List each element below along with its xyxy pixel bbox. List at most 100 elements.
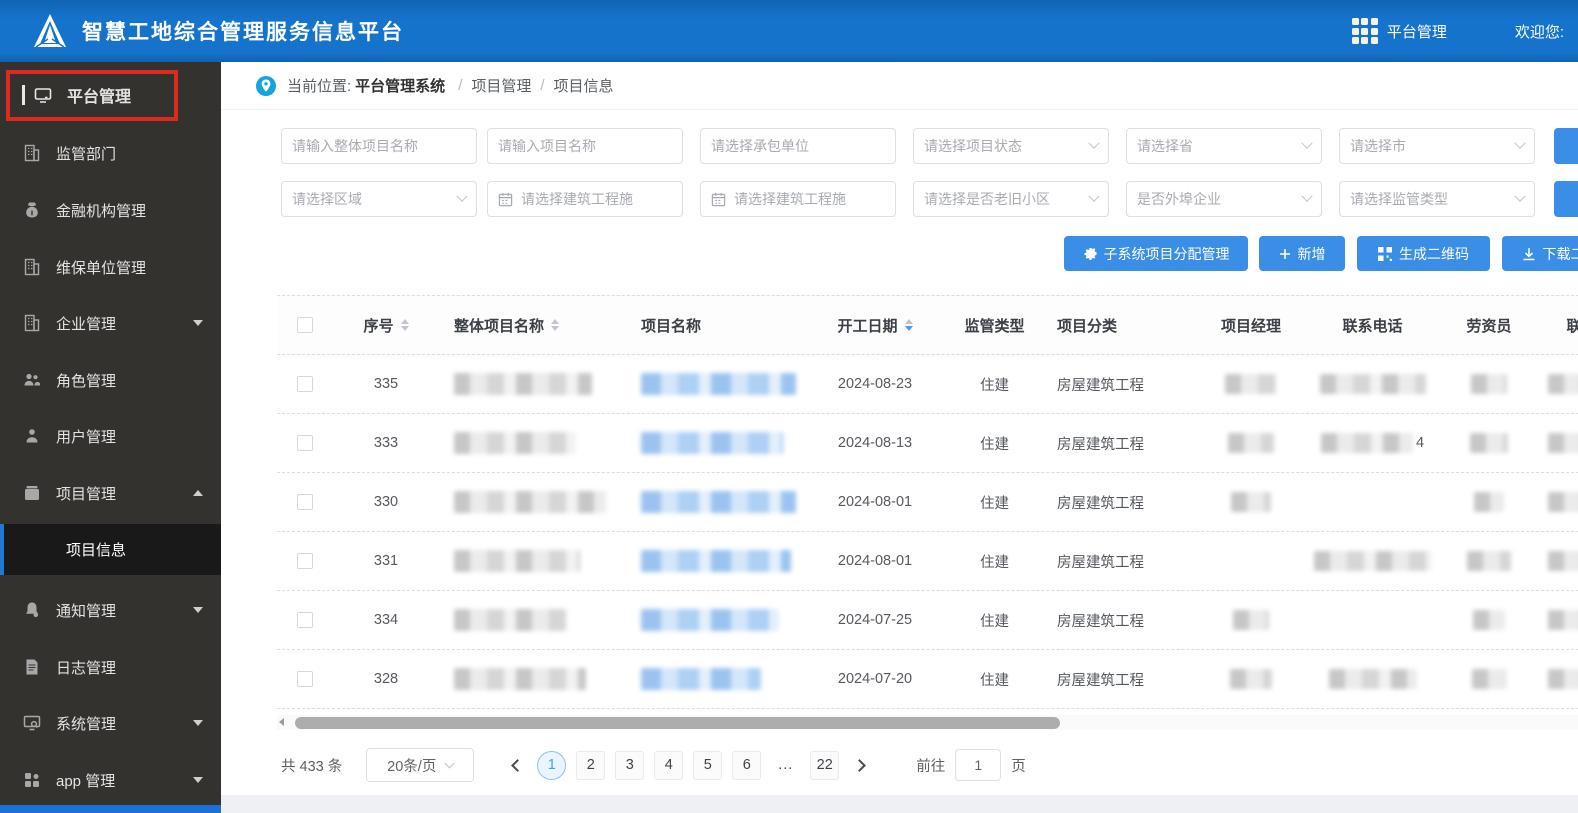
redacted-link[interactable] — [641, 550, 791, 572]
page-button[interactable]: 5 — [693, 750, 723, 780]
select-all-checkbox[interactable] — [296, 317, 313, 333]
add-button[interactable]: 新增 — [1259, 236, 1345, 271]
sidebar-item-app[interactable]: app 管理 — [0, 760, 221, 800]
sidebar-item-project-info[interactable]: 项目信息 — [0, 524, 221, 575]
sidebar-item-log[interactable]: 日志管理 — [0, 647, 221, 687]
col-seq[interactable]: 序号 — [332, 296, 440, 354]
sidebar-item-project[interactable]: 项目管理 — [0, 473, 221, 513]
redacted-link[interactable] — [641, 609, 779, 631]
redacted-text — [1548, 610, 1578, 630]
system-icon — [23, 715, 41, 731]
chevron-down-icon — [193, 720, 203, 726]
table-row[interactable]: 330 2024-08-01 住建 房屋建筑工程 — [277, 473, 1578, 532]
page-size-select[interactable]: 20条/页 — [366, 748, 475, 782]
row-checkbox[interactable] — [296, 612, 313, 628]
apps-grid-icon[interactable] — [1351, 18, 1378, 44]
construction-date-start-picker[interactable]: 请选择建筑工程施 — [487, 181, 683, 217]
header-nav-platform[interactable]: 平台管理 — [1387, 21, 1447, 42]
download-icon — [1523, 247, 1534, 260]
next-page-button[interactable] — [844, 750, 874, 780]
generate-qrcode-button[interactable]: 生成二维码 — [1357, 236, 1490, 271]
breadcrumb: 当前位置: 平台管理系统 / 项目管理 / 项目信息 — [221, 62, 1578, 110]
table-row[interactable]: 334 2024-07-25 住建 房屋建筑工程 — [277, 591, 1578, 650]
project-status-select[interactable]: 请选择项目状态 — [913, 128, 1109, 164]
redacted-link[interactable] — [641, 668, 761, 690]
sidebar-item-platform[interactable]: 平台管理 — [0, 70, 221, 120]
subsystem-assign-button[interactable]: 子系统项目分配管理 — [1064, 236, 1248, 271]
col-overall-project-name[interactable]: 整体项目名称 — [440, 296, 627, 354]
reset-button[interactable] — [1554, 181, 1578, 217]
calendar-icon — [711, 192, 726, 206]
non-local-enterprise-select[interactable]: 是否外埠企业 — [1126, 181, 1322, 217]
sidebar-item-notification[interactable]: 通知管理 — [0, 590, 221, 630]
redacted-text — [454, 491, 606, 513]
search-button[interactable] — [1554, 128, 1578, 164]
redacted-link[interactable] — [641, 373, 796, 395]
chevron-down-icon — [1088, 137, 1100, 149]
page-button[interactable]: 22 — [810, 750, 840, 780]
province-select[interactable]: 请选择省 — [1126, 128, 1322, 164]
prev-page-button[interactable] — [502, 750, 532, 780]
region-select[interactable]: 请选择区域 — [281, 181, 477, 217]
scroll-left-arrow-icon[interactable] — [279, 718, 284, 726]
table-row[interactable]: 328 2024-07-20 住建 房屋建筑工程 — [277, 650, 1578, 709]
sidebar-item-system[interactable]: 系统管理 — [0, 703, 221, 743]
page-bottom-strip — [221, 795, 1578, 813]
page-button[interactable]: 2 — [576, 750, 606, 780]
redacted-text — [1548, 492, 1578, 512]
sort-icon[interactable] — [551, 319, 560, 331]
page-button[interactable]: 6 — [732, 750, 762, 780]
table-row[interactable]: 335 2024-08-23 住建 房屋建筑工程 — [277, 355, 1578, 414]
old-community-select[interactable]: 请选择是否老旧小区 — [913, 181, 1109, 217]
sidebar-item-enterprise[interactable]: 企业管理 — [0, 303, 221, 343]
redacted-text — [1474, 492, 1504, 512]
supervision-type-select[interactable]: 请选择监管类型 — [1339, 181, 1535, 217]
overall-project-name-input[interactable] — [281, 128, 477, 164]
col-project-category: 项目分类 — [1057, 317, 1118, 335]
chevron-down-icon — [1514, 190, 1526, 202]
sidebar-item-financial-institution[interactable]: 金融机构管理 — [0, 190, 221, 230]
construction-date-end-picker[interactable]: 请选择建筑工程施 — [700, 181, 896, 217]
row-checkbox[interactable] — [296, 494, 313, 510]
horizontal-scrollbar[interactable] — [277, 715, 1578, 730]
redacted-text — [1548, 433, 1578, 453]
row-checkbox[interactable] — [296, 376, 313, 392]
sidebar-item-maintenance-unit[interactable]: 维保单位管理 — [0, 247, 221, 287]
breadcrumb-item[interactable]: 项目信息 — [554, 75, 614, 96]
redacted-link[interactable] — [641, 491, 796, 513]
breadcrumb-item[interactable]: 项目管理 — [471, 75, 531, 96]
redacted-text — [1473, 610, 1505, 630]
sort-icon-active[interactable] — [904, 319, 913, 331]
sidebar-item-supervision-dept[interactable]: 监管部门 — [0, 133, 221, 173]
qrcode-icon — [1378, 246, 1392, 261]
log-icon — [26, 659, 38, 675]
page-button[interactable]: 3 — [615, 750, 645, 780]
page-ellipsis[interactable]: ... — [771, 751, 800, 780]
table-row[interactable]: 331 2024-08-01 住建 房屋建筑工程 — [277, 532, 1578, 591]
chevron-down-icon — [1301, 190, 1313, 202]
table-row[interactable]: 333 2024-08-13 住建 房屋建筑工程 4 — [277, 414, 1578, 473]
page-button[interactable]: 4 — [654, 750, 684, 780]
redacted-text — [454, 668, 586, 690]
app-header: 智慧工地综合管理服务信息平台 平台管理 欢迎您: — [0, 0, 1578, 62]
redacted-link[interactable] — [641, 432, 783, 454]
city-select[interactable]: 请选择市 — [1339, 128, 1535, 164]
row-checkbox[interactable] — [296, 671, 313, 687]
breadcrumb-prefix: 当前位置: — [287, 78, 352, 95]
goto-prefix: 前往 — [916, 758, 946, 775]
scrollbar-thumb[interactable] — [295, 716, 1060, 729]
row-checkbox[interactable] — [296, 435, 313, 451]
contractor-select[interactable]: 请选择承包单位 — [700, 128, 896, 164]
sidebar: 平台管理 监管部门 金融机构管理 维保单位管理 企业管理 角色管理 用户管理 项… — [0, 62, 221, 813]
download-qrcode-button[interactable]: 下载二维码 — [1502, 236, 1578, 271]
sidebar-item-user[interactable]: 用户管理 — [0, 416, 221, 456]
page-button-current[interactable]: 1 — [537, 750, 567, 780]
sort-icon[interactable] — [400, 319, 409, 331]
project-name-input[interactable] — [487, 128, 683, 164]
col-start-date[interactable]: 开工日期 — [804, 296, 946, 354]
col-project-manager: 项目经理 — [1220, 317, 1281, 335]
row-checkbox[interactable] — [296, 553, 313, 569]
chevron-down-icon — [1301, 137, 1313, 149]
sidebar-item-role[interactable]: 角色管理 — [0, 360, 221, 400]
goto-page-input[interactable] — [955, 749, 1002, 781]
